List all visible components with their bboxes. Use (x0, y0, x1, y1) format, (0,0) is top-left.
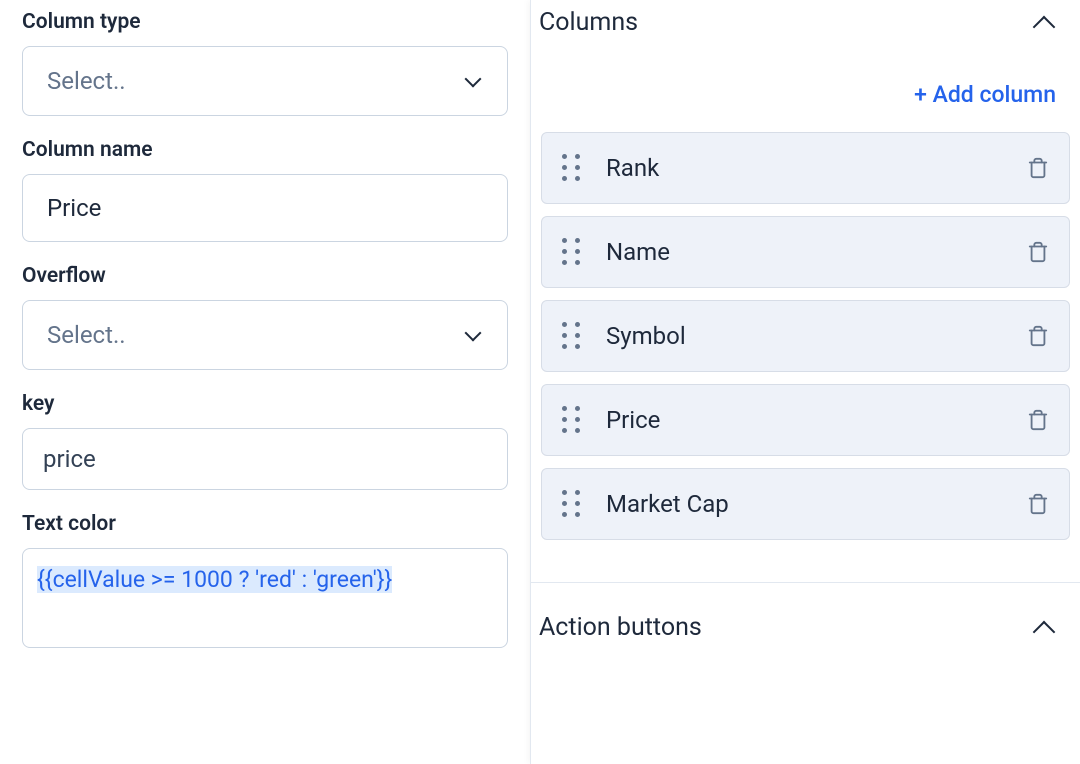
trash-icon[interactable] (1027, 155, 1049, 181)
columns-panel: Columns + Add column Rank (530, 0, 1080, 764)
action-buttons-section: Action buttons (531, 583, 1080, 658)
trash-icon[interactable] (1027, 323, 1049, 349)
column-item-price[interactable]: Price (541, 384, 1070, 456)
column-item-label: Name (606, 238, 1027, 266)
column-item-label: Symbol (606, 322, 1027, 350)
trash-icon[interactable] (1027, 407, 1049, 433)
key-field: key (22, 392, 508, 490)
drag-handle-icon[interactable] (562, 406, 582, 434)
columns-header[interactable]: Columns (531, 0, 1080, 57)
overflow-select[interactable]: Select.. (22, 300, 508, 370)
drag-handle-icon[interactable] (562, 322, 582, 350)
trash-icon[interactable] (1027, 239, 1049, 265)
text-color-label: Text color (22, 512, 508, 536)
columns-list: Rank Name (531, 132, 1080, 583)
trash-icon[interactable] (1027, 491, 1049, 517)
chevron-down-icon (463, 71, 483, 91)
column-item-label: Price (606, 406, 1027, 434)
column-item-symbol[interactable]: Symbol (541, 300, 1070, 372)
key-label: key (22, 392, 508, 416)
overflow-field: Overflow Select.. (22, 264, 508, 370)
action-buttons-header[interactable]: Action buttons (531, 613, 1080, 658)
chevron-up-icon (1032, 616, 1056, 640)
key-input[interactable] (22, 428, 508, 490)
drag-handle-icon[interactable] (562, 154, 582, 182)
add-column-row: + Add column (531, 57, 1080, 132)
column-name-label: Column name (22, 138, 508, 162)
chevron-down-icon (463, 325, 483, 345)
column-item-label: Market Cap (606, 490, 1027, 518)
add-column-button[interactable]: + Add column (914, 81, 1056, 108)
column-item-rank[interactable]: Rank (541, 132, 1070, 204)
action-buttons-title: Action buttons (539, 613, 702, 642)
text-color-input[interactable]: {{cellValue >= 1000 ? 'red' : 'green'}} (22, 548, 508, 648)
drag-handle-icon[interactable] (562, 238, 582, 266)
columns-title: Columns (539, 8, 638, 37)
drag-handle-icon[interactable] (562, 490, 582, 518)
column-type-label: Column type (22, 10, 508, 34)
column-properties-panel: Column type Select.. Column name Overflo… (0, 0, 530, 764)
column-type-placeholder: Select.. (47, 67, 126, 95)
overflow-placeholder: Select.. (47, 321, 126, 349)
column-item-name[interactable]: Name (541, 216, 1070, 288)
column-item-marketcap[interactable]: Market Cap (541, 468, 1070, 540)
column-item-label: Rank (606, 154, 1027, 182)
text-color-field: Text color {{cellValue >= 1000 ? 'red' :… (22, 512, 508, 648)
column-type-field: Column type Select.. (22, 10, 508, 116)
column-name-field: Column name (22, 138, 508, 242)
text-color-expression: {{cellValue >= 1000 ? 'red' : 'green'}} (37, 566, 392, 593)
overflow-label: Overflow (22, 264, 508, 288)
chevron-up-icon (1032, 11, 1056, 35)
column-name-input[interactable] (22, 174, 508, 242)
column-type-select[interactable]: Select.. (22, 46, 508, 116)
